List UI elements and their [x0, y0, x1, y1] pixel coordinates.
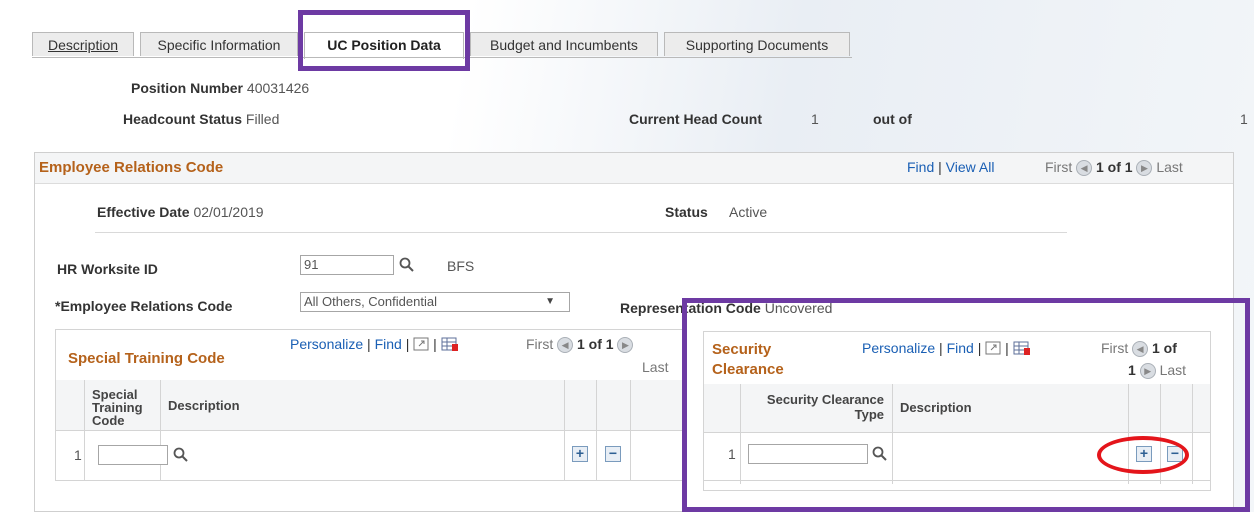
employee-relations-code-select[interactable]: All Others, Confidential ▼ — [300, 292, 570, 312]
column-header-description: Description — [168, 398, 240, 413]
hr-worksite-description: BFS — [447, 258, 475, 274]
effective-date-row: Effective Date 02/01/2019 — [97, 204, 264, 220]
headcount-status-label: Headcount Status — [123, 111, 243, 127]
prev-icon[interactable]: ◀ — [1076, 160, 1093, 177]
hr-worksite-search-icon[interactable] — [399, 257, 415, 276]
current-head-count-label: Current Head Count — [629, 111, 762, 127]
hr-worksite-input[interactable]: 91 — [300, 255, 394, 275]
current-head-count-value: 1 — [811, 111, 819, 127]
column-header-code: Special Training Code — [92, 387, 143, 428]
add-row-button[interactable]: + — [572, 446, 588, 462]
tab-description[interactable]: Description — [32, 32, 134, 56]
tab-highlight-box — [298, 10, 470, 71]
next-icon[interactable]: ▶ — [617, 337, 634, 354]
special-training-title: Special Training Code — [68, 350, 225, 367]
last-label[interactable]: Last — [642, 359, 668, 375]
hr-worksite-label: HR Worksite ID — [57, 261, 158, 277]
status-value: Active — [729, 204, 768, 220]
row-number: 1 — [74, 447, 82, 463]
special-training-toolbar: Personalize | Find | | — [290, 336, 459, 355]
security-clearance-highlight-box — [682, 298, 1250, 512]
record-count: 1 of 1 — [577, 336, 614, 352]
tab-budget-and-incumbents[interactable]: Budget and Incumbents — [470, 32, 658, 56]
headcount-status-value: Filled — [245, 111, 280, 127]
employee-relations-nav: Find | View All — [907, 159, 995, 175]
special-training-grid: Special Training Code Personalize | Find… — [55, 329, 683, 481]
view-all-link[interactable]: View All — [946, 159, 995, 175]
zoom-icon[interactable] — [413, 337, 429, 354]
employee-relations-code-label: *Employee Relations Code — [55, 298, 233, 314]
position-number-value: 40031426 — [246, 80, 310, 96]
headcount-status-row: Headcount Status Filled — [123, 111, 279, 127]
out-of-label: out of — [873, 111, 912, 127]
find-link[interactable]: Find — [907, 159, 934, 175]
special-training-pager: First ◀ 1 of 1 ▶ — [526, 336, 634, 354]
status-label: Status — [665, 204, 708, 220]
first-label[interactable]: First — [1045, 159, 1072, 175]
table-row: 1 + − — [56, 430, 682, 478]
effective-date-label: Effective Date — [97, 204, 190, 220]
download-grid-icon[interactable] — [441, 336, 459, 355]
special-training-code-input[interactable] — [98, 445, 168, 465]
out-of-value: 1 — [1240, 111, 1248, 127]
record-count: 1 of 1 — [1096, 159, 1133, 175]
add-button-highlight-ring — [1097, 436, 1189, 474]
tab-supporting-documents[interactable]: Supporting Documents — [664, 32, 850, 56]
find-link[interactable]: Find — [375, 336, 402, 352]
delete-row-button[interactable]: − — [605, 446, 621, 462]
personalize-link[interactable]: Personalize — [290, 336, 363, 352]
search-icon[interactable] — [173, 447, 189, 466]
first-label[interactable]: First — [526, 336, 553, 352]
prev-icon[interactable]: ◀ — [557, 337, 574, 354]
next-icon[interactable]: ▶ — [1136, 160, 1153, 177]
employee-relations-header: Employee Relations Code Find | View All … — [35, 153, 1233, 184]
employee-relations-pager: First ◀ 1 of 1 ▶ Last — [1045, 159, 1183, 177]
last-label[interactable]: Last — [1156, 159, 1182, 175]
employee-relations-title: Employee Relations Code — [39, 159, 224, 176]
special-training-header-row: Special Training Code Description — [56, 380, 682, 431]
divider — [95, 232, 1067, 233]
chevron-down-icon: ▼ — [545, 296, 555, 307]
position-number-label: Position Number — [131, 80, 244, 96]
position-number-row: Position Number 40031426 — [131, 80, 309, 96]
effective-date-value: 02/01/2019 — [193, 204, 264, 220]
tab-specific-information[interactable]: Specific Information — [140, 32, 298, 56]
